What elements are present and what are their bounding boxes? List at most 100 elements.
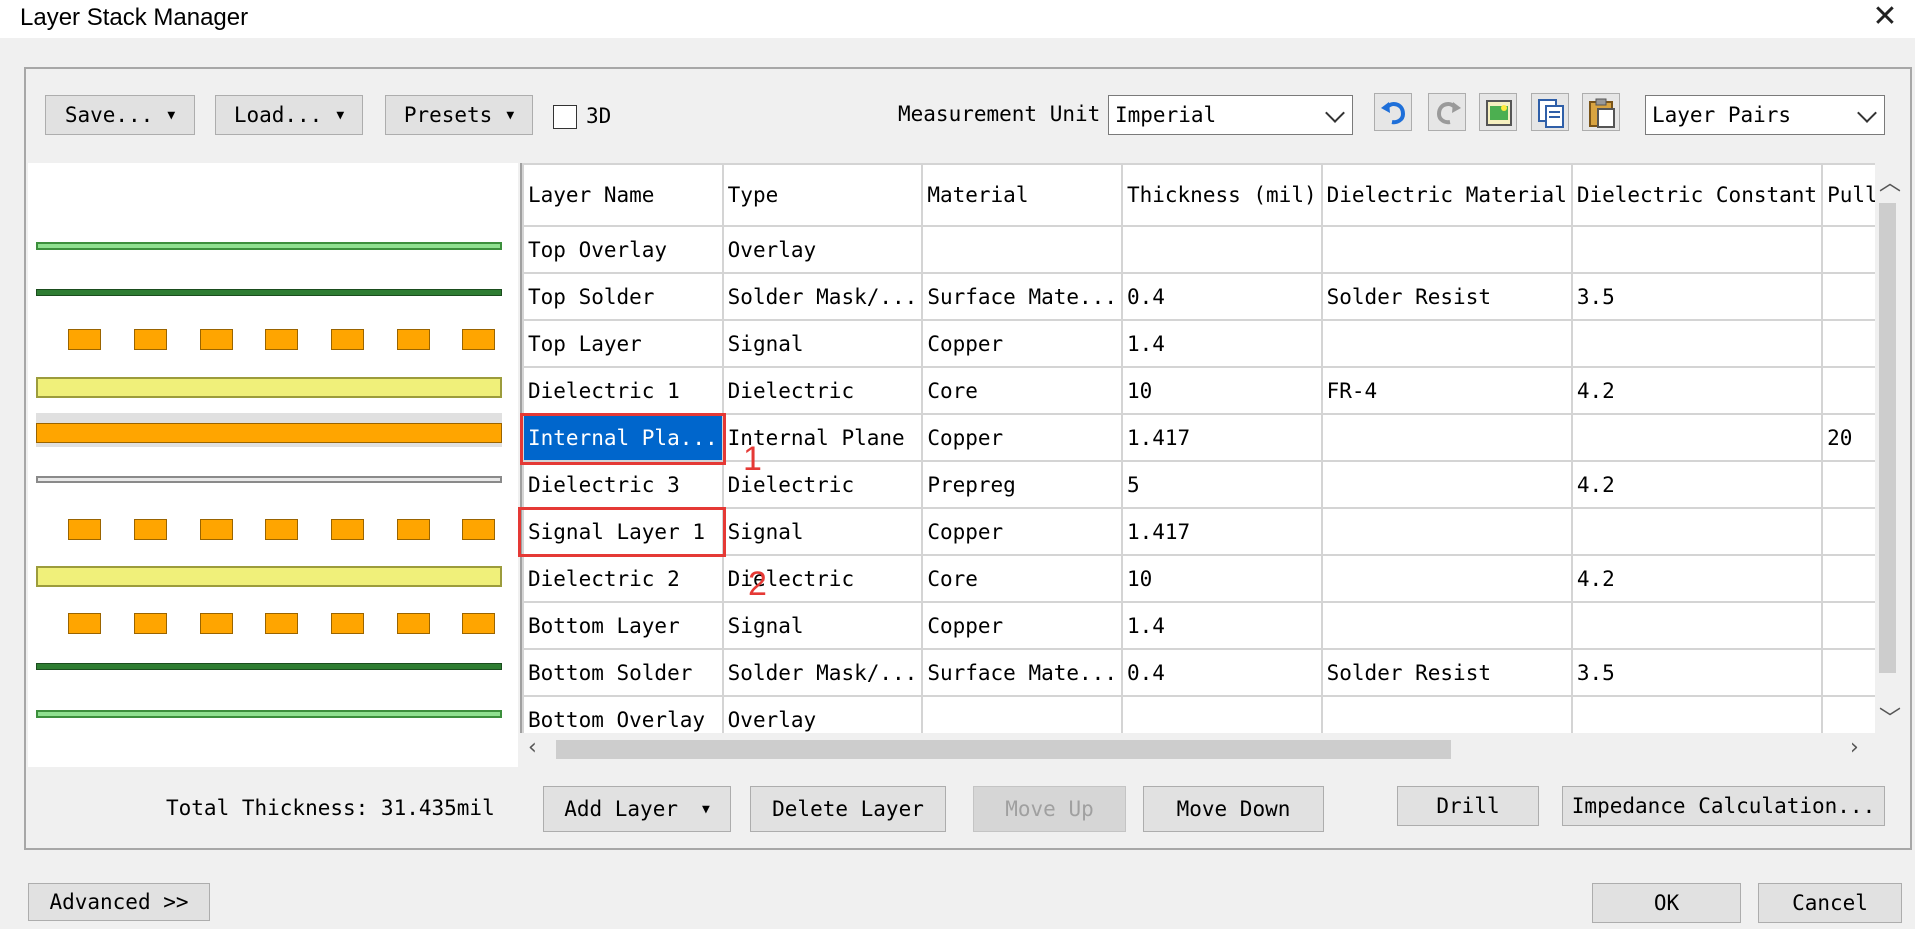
cell-dielectric-constant[interactable]: 4.2 [1570, 366, 1824, 415]
cell-layer-name[interactable]: Top Solder [522, 272, 724, 321]
scroll-left-icon[interactable]: ‹ [528, 735, 537, 760]
cell-thickness[interactable]: 1.417 [1120, 507, 1323, 556]
cell-material[interactable]: Core [921, 554, 1123, 603]
table-row[interactable]: Top Solder Solder Mask/... Surface Mate.… [522, 272, 1875, 321]
cell-layer-name[interactable]: Bottom Solder [522, 648, 724, 697]
cell-dielectric-constant[interactable] [1570, 601, 1824, 650]
cell-material[interactable]: Copper [921, 507, 1123, 556]
close-icon[interactable]: ✕ [1869, 2, 1901, 34]
cell-dielectric-material[interactable]: Solder Resist [1320, 648, 1573, 697]
cell-material[interactable]: Surface Mate... [921, 648, 1123, 697]
column-header-thickness[interactable]: Thickness (mil) [1120, 163, 1323, 227]
cell-pullback[interactable] [1821, 601, 1875, 650]
cell-layer-name[interactable]: Dielectric 1 [522, 366, 724, 415]
cell-material[interactable] [921, 695, 1123, 733]
cell-dielectric-material[interactable] [1320, 460, 1573, 509]
scroll-right-icon[interactable]: › [1850, 735, 1859, 760]
cell-type[interactable]: Signal [721, 319, 924, 368]
column-header-pullback[interactable]: Pullback [1821, 163, 1875, 227]
cell-layer-name[interactable]: Dielectric 3 [522, 460, 724, 509]
column-header-dielectric-constant[interactable]: Dielectric Constant [1570, 163, 1824, 227]
3d-checkbox[interactable] [553, 105, 577, 129]
cell-pullback[interactable] [1821, 695, 1875, 733]
cell-thickness[interactable] [1120, 695, 1323, 733]
cell-pullback[interactable] [1821, 319, 1875, 368]
save-button[interactable]: Save... ▼ [45, 95, 195, 135]
cell-material[interactable]: Prepreg [921, 460, 1123, 509]
cell-thickness[interactable]: 1.4 [1120, 319, 1323, 368]
cell-thickness[interactable]: 0.4 [1120, 648, 1323, 697]
impedance-calculation-button[interactable]: Impedance Calculation... [1562, 786, 1885, 826]
cell-type[interactable]: Solder Mask/... [721, 272, 924, 321]
cell-type[interactable]: Overlay [721, 225, 924, 274]
cell-thickness[interactable] [1120, 225, 1323, 274]
cell-dielectric-material[interactable] [1320, 554, 1573, 603]
cell-pullback[interactable] [1821, 225, 1875, 274]
cell-dielectric-constant[interactable] [1570, 413, 1824, 462]
redo-button[interactable] [1428, 93, 1466, 131]
cancel-button[interactable]: Cancel [1758, 883, 1902, 923]
table-row[interactable]: Bottom Layer Signal Copper 1.4 [522, 601, 1875, 650]
cell-type[interactable]: Solder Mask/... [721, 648, 924, 697]
cell-thickness[interactable]: 10 [1120, 366, 1323, 415]
column-header-material[interactable]: Material [921, 163, 1123, 227]
table-row[interactable]: Top Overlay Overlay [522, 225, 1875, 274]
vertical-scrollbar[interactable]: ︿ ﹀ [1875, 163, 1901, 733]
table-row[interactable]: Dielectric 2 Dielectric Core 10 4.2 [522, 554, 1875, 603]
cell-pullback[interactable] [1821, 554, 1875, 603]
table-row[interactable]: Bottom Solder Solder Mask/... Surface Ma… [522, 648, 1875, 697]
cell-dielectric-constant[interactable]: 4.2 [1570, 460, 1824, 509]
cell-dielectric-material[interactable]: FR-4 [1320, 366, 1573, 415]
cell-pullback[interactable] [1821, 460, 1875, 509]
cell-pullback[interactable]: 20 [1821, 413, 1875, 462]
ok-button[interactable]: OK [1592, 883, 1741, 923]
cell-layer-name[interactable]: Bottom Overlay [522, 695, 724, 733]
cell-material[interactable]: Surface Mate... [921, 272, 1123, 321]
horizontal-scroll-thumb[interactable] [556, 740, 1451, 759]
table-row[interactable]: Dielectric 3 Dielectric Prepreg 5 4.2 [522, 460, 1875, 509]
cell-layer-name[interactable]: Top Layer [522, 319, 724, 368]
cell-layer-name[interactable]: Bottom Layer [522, 601, 724, 650]
cell-dielectric-constant[interactable]: 3.5 [1570, 648, 1824, 697]
cell-dielectric-constant[interactable] [1570, 319, 1824, 368]
cell-type[interactable]: Signal [721, 601, 924, 650]
cell-pullback[interactable] [1821, 272, 1875, 321]
vertical-scroll-thumb[interactable] [1879, 203, 1896, 673]
measurement-unit-select[interactable]: Imperial [1108, 95, 1353, 135]
presets-button[interactable]: Presets ▼ [385, 95, 533, 135]
horizontal-scrollbar[interactable]: ‹ › [520, 733, 1875, 766]
copy-button[interactable] [1531, 93, 1569, 131]
column-header-layer-name[interactable]: Layer Name [522, 163, 724, 227]
add-image-button[interactable] [1479, 93, 1517, 131]
cell-dielectric-constant[interactable]: 4.2 [1570, 554, 1824, 603]
table-row[interactable]: Bottom Overlay Overlay [522, 695, 1875, 733]
cell-dielectric-material[interactable] [1320, 225, 1573, 274]
cell-material[interactable] [921, 225, 1123, 274]
column-header-dielectric-material[interactable]: Dielectric Material [1320, 163, 1573, 227]
cell-dielectric-material[interactable] [1320, 319, 1573, 368]
cell-type[interactable]: Dielectric [721, 366, 924, 415]
undo-button[interactable] [1374, 93, 1412, 131]
cell-material[interactable]: Core [921, 366, 1123, 415]
cell-thickness[interactable]: 5 [1120, 460, 1323, 509]
view-mode-select[interactable]: Layer Pairs [1645, 95, 1885, 135]
cell-dielectric-constant[interactable] [1570, 695, 1824, 733]
cell-dielectric-constant[interactable] [1570, 225, 1824, 274]
cell-material[interactable]: Copper [921, 319, 1123, 368]
cell-dielectric-material[interactable] [1320, 695, 1573, 733]
cell-thickness[interactable]: 1.417 [1120, 413, 1323, 462]
paste-button[interactable] [1582, 93, 1620, 131]
scroll-down-icon[interactable]: ﹀ [1879, 701, 1901, 733]
drill-button[interactable]: Drill [1397, 786, 1539, 826]
cell-dielectric-material[interactable] [1320, 507, 1573, 556]
cell-dielectric-material[interactable] [1320, 601, 1573, 650]
delete-layer-button[interactable]: Delete Layer [750, 786, 946, 832]
cell-thickness[interactable]: 1.4 [1120, 601, 1323, 650]
cell-pullback[interactable] [1821, 648, 1875, 697]
cell-material[interactable]: Copper [921, 413, 1123, 462]
cell-thickness[interactable]: 0.4 [1120, 272, 1323, 321]
cell-dielectric-constant[interactable]: 3.5 [1570, 272, 1824, 321]
table-row[interactable]: Dielectric 1 Dielectric Core 10 FR-4 4.2 [522, 366, 1875, 415]
column-header-type[interactable]: Type [721, 163, 924, 227]
cell-dielectric-constant[interactable] [1570, 507, 1824, 556]
